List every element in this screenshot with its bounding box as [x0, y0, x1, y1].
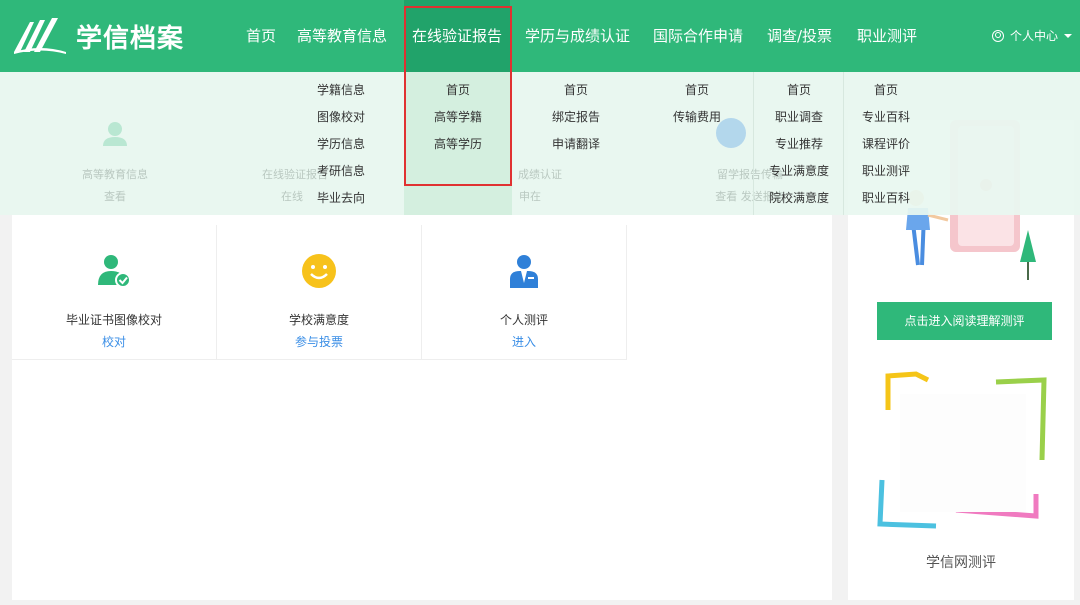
- dropdown-item[interactable]: 首页: [530, 81, 622, 98]
- dropdown-divider: [753, 72, 754, 215]
- nav-career-test[interactable]: 职业测评: [857, 0, 917, 72]
- dropdown-item[interactable]: 首页: [848, 81, 924, 98]
- smile-icon: [302, 254, 336, 288]
- dropdown-item[interactable]: 课程评价: [848, 135, 924, 152]
- dropdown-column-career-test: 首页 专业百科 课程评价 职业测评 职业百科: [848, 72, 924, 215]
- dropdown-item[interactable]: 首页: [760, 81, 838, 98]
- user-icon: [991, 30, 1004, 42]
- highlight-box: [404, 6, 512, 186]
- mega-menu-dropdown: 高等教育信息 查看 在线验证报告 在线 成绩认证 申在 留学报告传输 查看 发送…: [0, 72, 1080, 215]
- logo[interactable]: 学信档案: [12, 14, 202, 58]
- nav-survey[interactable]: 调查/投票: [767, 0, 832, 72]
- dropdown-column-international: 首页 传输费用: [656, 72, 738, 215]
- dropdown-item[interactable]: 申请翻译: [530, 135, 622, 152]
- nav-higher-education[interactable]: 高等教育信息: [297, 0, 387, 72]
- brand-name: 学信档案: [76, 23, 185, 54]
- top-header: 学信档案 首页 高等教育信息 在线验证报告 学历与成绩认证 国际合作申请 调查/…: [0, 0, 1080, 72]
- user-check-icon: [98, 255, 131, 288]
- main-content: 毕业证书图像校对 校对 学校满意度 参与投票 个人测评 进入: [12, 215, 832, 600]
- card-personal-assessment[interactable]: 个人测评 进入: [422, 225, 627, 360]
- dropdown-item[interactable]: 院校满意度: [760, 189, 838, 206]
- qr-code-frame-image: [877, 371, 1047, 529]
- dropdown-item[interactable]: 专业满意度: [760, 162, 838, 179]
- dropdown-item[interactable]: 专业推荐: [760, 135, 838, 152]
- nav-international[interactable]: 国际合作申请: [653, 0, 743, 72]
- ghost-card-link: 查看: [104, 190, 126, 203]
- dropdown-item[interactable]: 绑定报告: [530, 108, 622, 125]
- user-center-label: 个人中心: [1009, 29, 1058, 43]
- chevron-down-icon: [1064, 34, 1072, 38]
- dropdown-divider: [843, 72, 844, 215]
- card-link[interactable]: 进入: [422, 333, 626, 350]
- dropdown-item[interactable]: 学籍信息: [296, 81, 386, 98]
- card-title: 毕业证书图像校对: [65, 313, 162, 327]
- dropdown-item[interactable]: 专业百科: [848, 108, 924, 125]
- book-logo-icon: [14, 18, 66, 54]
- dropdown-column-survey: 首页 职业调查 专业推荐 专业满意度 院校满意度: [760, 72, 838, 215]
- card-school-satisfaction[interactable]: 学校满意度 参与投票: [217, 225, 422, 360]
- dropdown-item[interactable]: 首页: [656, 81, 738, 98]
- dropdown-item[interactable]: 职业百科: [848, 189, 924, 206]
- dropdown-item[interactable]: 学历信息: [296, 135, 386, 152]
- card-link[interactable]: 参与投票: [217, 333, 421, 350]
- user-center-menu[interactable]: 个人中心: [991, 0, 1072, 72]
- dropdown-item[interactable]: 考研信息: [296, 162, 386, 179]
- dropdown-item[interactable]: 毕业去向: [296, 189, 386, 206]
- dropdown-item[interactable]: 图像校对: [296, 108, 386, 125]
- business-person-icon: [510, 255, 538, 288]
- ghost-card-title: 高等教育信息: [82, 168, 148, 181]
- card-certificate-check[interactable]: 毕业证书图像校对 校对: [12, 225, 217, 360]
- dropdown-item[interactable]: 传输费用: [656, 108, 738, 125]
- card-link[interactable]: 校对: [12, 333, 216, 350]
- card-title: 学校满意度: [288, 313, 349, 327]
- dropdown-column-degree-certification: 首页 绑定报告 申请翻译: [530, 72, 622, 215]
- card-title: 个人测评: [499, 313, 548, 327]
- dropdown-item[interactable]: 职业测评: [848, 162, 924, 179]
- side-caption: 学信网测评: [926, 555, 996, 571]
- nav-home[interactable]: 首页: [246, 0, 276, 72]
- reading-test-button[interactable]: 点击进入阅读理解测评: [877, 302, 1052, 340]
- nav-degree-certification[interactable]: 学历与成绩认证: [525, 0, 630, 72]
- graduate-icon: [103, 122, 127, 146]
- dropdown-column-higher-education: 学籍信息 图像校对 学历信息 考研信息 毕业去向: [296, 72, 386, 215]
- dropdown-item[interactable]: 职业调查: [760, 108, 838, 125]
